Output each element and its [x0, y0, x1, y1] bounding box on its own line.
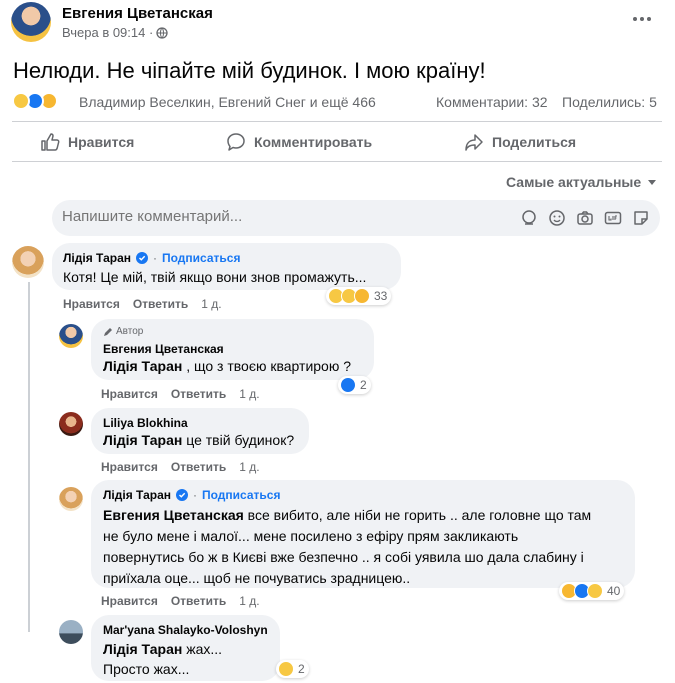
- comment-time[interactable]: 1 д.: [239, 594, 259, 608]
- comment-reactions[interactable]: 2: [338, 376, 371, 394]
- verified-badge-icon: [176, 489, 188, 501]
- comment-bubble: Mar'yana Shalayko-Voloshyn Лідія Таран ж…: [91, 615, 280, 681]
- avatar[interactable]: [59, 324, 83, 348]
- reaction-count: 2: [360, 378, 367, 392]
- like-button[interactable]: Нравится: [40, 132, 134, 152]
- sticker-icon[interactable]: [632, 209, 650, 227]
- comment-icon: [227, 133, 245, 151]
- emoji-icon[interactable]: [548, 209, 566, 227]
- thread-line: [28, 282, 30, 632]
- composer-tools: [520, 209, 650, 227]
- avatar[interactable]: [59, 487, 83, 511]
- comment-reply-button[interactable]: Ответить: [171, 387, 226, 401]
- avatar[interactable]: [12, 246, 44, 278]
- comment-time[interactable]: 1 д.: [201, 297, 221, 311]
- mention-link[interactable]: Лідія Таран: [103, 641, 182, 657]
- follow-link[interactable]: Подписаться: [162, 251, 240, 265]
- post-comments-count[interactable]: Комментарии: 32: [436, 94, 548, 110]
- like-label: Нравится: [68, 134, 135, 150]
- pencil-icon: [104, 327, 112, 336]
- avatar[interactable]: [59, 620, 83, 644]
- comment-reply-button[interactable]: Ответить: [133, 297, 188, 311]
- comment-button[interactable]: Комментировать: [226, 132, 372, 152]
- comment-reactions[interactable]: 33: [326, 287, 392, 305]
- sad-reaction-icon: [278, 661, 294, 677]
- comment-actions: Нравится Ответить 1 д.: [101, 387, 260, 401]
- post-text: Нелюди. Не чіпайте мій будинок. І мою кр…: [13, 58, 486, 83]
- reaction-count: 2: [298, 662, 305, 676]
- post-reactions-icons[interactable]: [12, 92, 58, 110]
- comment-time[interactable]: 1 д.: [239, 387, 259, 401]
- comment-composer[interactable]: [52, 200, 660, 236]
- comment-bubble: Лідія Таран · Подписаться Евгения Цветан…: [91, 480, 635, 588]
- camera-icon[interactable]: [576, 209, 594, 227]
- reaction-count: 33: [374, 289, 388, 303]
- comment-reply-button[interactable]: Ответить: [171, 594, 226, 608]
- share-button[interactable]: Поделиться: [464, 132, 576, 152]
- gif-icon[interactable]: [604, 209, 622, 227]
- comment-actions: Нравится Ответить 1 д.: [63, 297, 222, 311]
- mention-link[interactable]: Лідія Таран: [103, 432, 182, 448]
- comment-author[interactable]: Лідія Таран: [63, 251, 131, 265]
- reaction-count: 40: [607, 584, 621, 598]
- avatar[interactable]: [59, 412, 83, 436]
- avatar-sticker-icon[interactable]: [520, 209, 538, 227]
- comment-reply-button[interactable]: Ответить: [171, 460, 226, 474]
- comment-text: Котя! Це мій, твій якщо вони знов промаж…: [63, 269, 367, 285]
- comment-like-button[interactable]: Нравится: [101, 387, 158, 401]
- sad-reaction-icon: [587, 583, 603, 599]
- divider: [12, 121, 662, 122]
- care-reaction-icon: [354, 288, 370, 304]
- post-reactions-text[interactable]: Владимир Веселкин, Евгений Снег и ещё 46…: [79, 94, 376, 110]
- comment-text: Лідія Таран це твій будинок?: [103, 432, 295, 448]
- post-timestamp[interactable]: Вчера в 09:14 ·: [62, 25, 168, 40]
- follow-link[interactable]: Подписаться: [202, 488, 280, 502]
- like-reaction-icon: [340, 377, 356, 393]
- comment-author[interactable]: Liliya Blokhina: [103, 416, 188, 430]
- sad-reaction-icon: [12, 92, 30, 110]
- comment-bubble: Лідія Таран · Подписаться Котя! Це мій, …: [52, 243, 401, 290]
- comment-sort-dropdown[interactable]: Самые актуальные: [506, 174, 657, 190]
- author-badge: Автор: [103, 326, 143, 337]
- verified-badge-icon: [136, 252, 148, 264]
- comment-like-button[interactable]: Нравится: [101, 460, 158, 474]
- divider: [12, 161, 662, 162]
- share-label: Поделиться: [492, 134, 577, 150]
- comment-input[interactable]: [62, 208, 502, 225]
- mention-link[interactable]: Лідія Таран: [103, 358, 182, 374]
- comment-author[interactable]: Mar'yana Shalayko-Voloshyn: [103, 623, 268, 637]
- comment-actions: Нравится Ответить 1 д.: [101, 460, 260, 474]
- comment-text: Евгения Цветанская все вибито, але ніби …: [103, 507, 592, 586]
- more-icon[interactable]: [630, 12, 654, 26]
- comment-reactions[interactable]: 2: [276, 660, 309, 678]
- caret-down-icon: [648, 180, 657, 185]
- mention-link[interactable]: Евгения Цветанская: [103, 507, 244, 523]
- share-icon: [465, 134, 483, 151]
- sort-label: Самые актуальные: [506, 174, 642, 190]
- post-author-name[interactable]: Евгения Цветанская: [62, 5, 213, 22]
- comment-author[interactable]: Лідія Таран: [103, 488, 171, 502]
- comment-like-button[interactable]: Нравится: [101, 594, 158, 608]
- post-author-avatar[interactable]: [11, 2, 51, 42]
- comment-text: Лідія Таран , що з твоєю квартирою ?: [103, 358, 352, 374]
- comment-actions: Нравится Ответить 1 д.: [101, 594, 260, 608]
- comment-reactions[interactable]: 40: [559, 582, 625, 600]
- comment-label: Комментировать: [254, 134, 373, 150]
- comment-bubble: Liliya Blokhina Лідія Таран це твій буди…: [91, 408, 309, 454]
- comment-like-button[interactable]: Нравится: [63, 297, 120, 311]
- comment-author[interactable]: Евгения Цветанская: [103, 342, 224, 356]
- post-time-text: Вчера в 09:14 ·: [62, 25, 154, 40]
- comment-text: Лідія Таран жах... Просто жах...: [103, 641, 223, 677]
- comment-time[interactable]: 1 д.: [239, 460, 259, 474]
- post-shares-count[interactable]: Поделились: 5: [562, 94, 657, 110]
- globe-icon: [156, 26, 168, 39]
- thumbs-up-icon: [41, 133, 60, 151]
- comment-bubble: Автор Евгения Цветанская Лідія Таран , щ…: [91, 319, 374, 380]
